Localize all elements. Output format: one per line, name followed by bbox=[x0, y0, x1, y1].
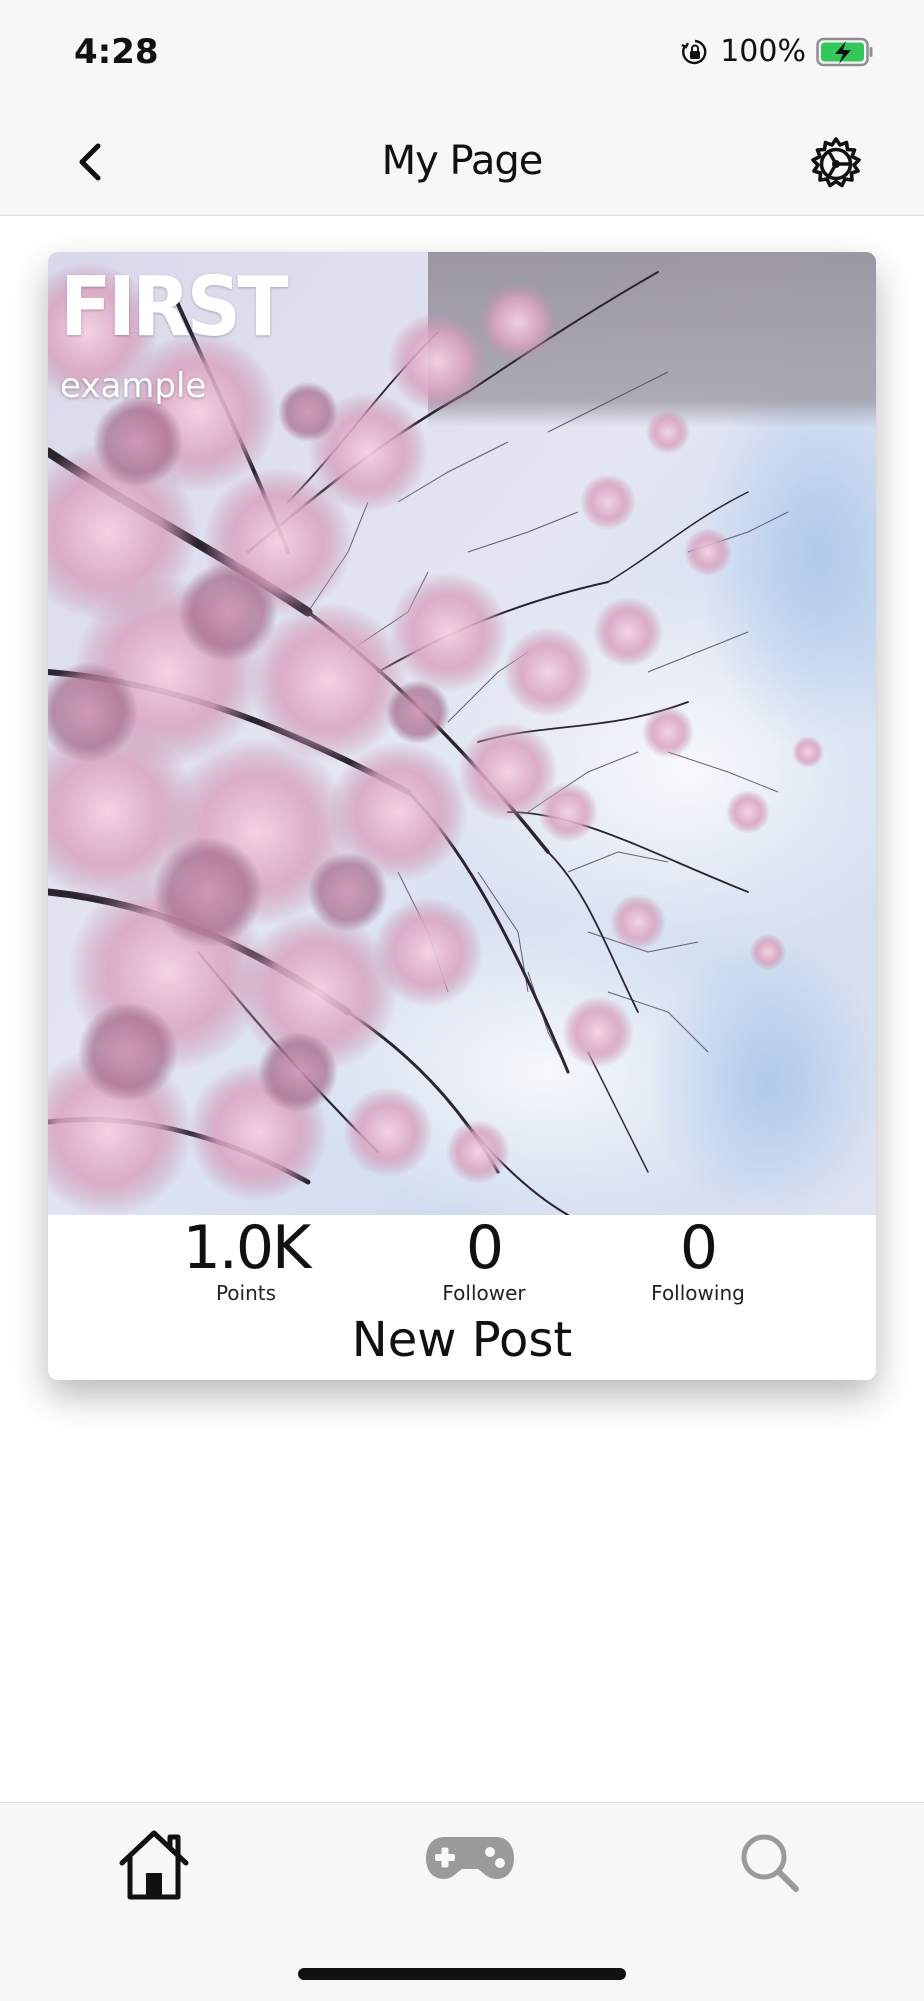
nav-bar: My Page bbox=[0, 108, 924, 216]
cover-image[interactable]: FIRST example bbox=[48, 252, 876, 1215]
settings-button[interactable] bbox=[808, 136, 864, 192]
battery-charging-icon bbox=[816, 37, 873, 66]
stat-points-label: Points bbox=[215, 1281, 277, 1305]
search-icon bbox=[741, 1834, 799, 1892]
home-indicator bbox=[298, 1968, 626, 1980]
gear-icon bbox=[811, 137, 861, 188]
profile-subtitle: example bbox=[60, 366, 207, 406]
profile-name: FIRST bbox=[60, 260, 289, 355]
status-bar: 4:28 100% bbox=[0, 0, 924, 108]
stat-points[interactable]: 1.0K Points bbox=[146, 1215, 346, 1305]
battery-percentage: 100% bbox=[720, 34, 806, 69]
home-icon bbox=[119, 1830, 189, 1900]
page-title: My Page bbox=[381, 138, 544, 184]
stat-following-label: Following bbox=[651, 1281, 745, 1305]
profile-stats: 1.0K Points 0 Follower 0 Following bbox=[48, 1215, 876, 1315]
profile-card: FIRST example 1.0K Points 0 Follower 0 F… bbox=[48, 252, 876, 1380]
stat-following-value: 0 bbox=[679, 1213, 718, 1283]
tab-home[interactable] bbox=[116, 1827, 192, 1908]
stat-follower-label: Follower bbox=[442, 1281, 526, 1305]
stat-following[interactable]: 0 Following bbox=[598, 1215, 798, 1305]
status-indicators: 100% bbox=[680, 34, 874, 69]
stat-follower-value: 0 bbox=[465, 1213, 504, 1283]
gamepad-icon bbox=[426, 1837, 514, 1879]
status-time: 4:28 bbox=[74, 32, 159, 72]
orientation-lock-icon bbox=[681, 39, 707, 64]
stat-follower[interactable]: 0 Follower bbox=[384, 1215, 584, 1305]
new-post-button[interactable]: New Post bbox=[48, 1312, 876, 1368]
tab-search[interactable] bbox=[738, 1831, 802, 1900]
tab-games[interactable] bbox=[424, 1833, 516, 1888]
stat-points-value: 1.0K bbox=[182, 1213, 312, 1283]
